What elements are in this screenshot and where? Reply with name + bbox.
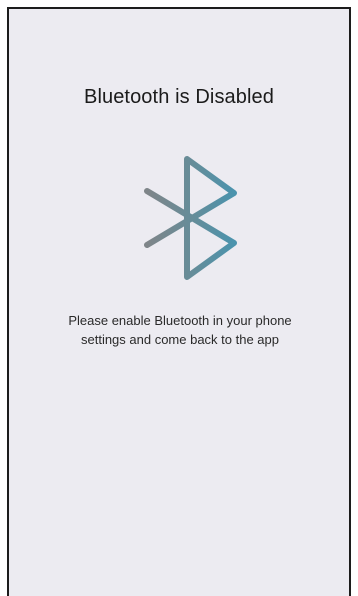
- instruction-line-1: Please enable Bluetooth in your phone: [68, 313, 292, 328]
- device-frame: Bluetooth is Disabled Please enable Blue…: [0, 0, 358, 596]
- instruction-message: Please enable Bluetooth in your phone se…: [29, 311, 331, 349]
- bluetooth-disabled-screen: Bluetooth is Disabled Please enable Blue…: [7, 7, 351, 596]
- instruction-line-2: settings and come back to the app: [80, 332, 279, 347]
- page-title: Bluetooth is Disabled: [84, 86, 274, 108]
- bluetooth-icon: [144, 156, 237, 280]
